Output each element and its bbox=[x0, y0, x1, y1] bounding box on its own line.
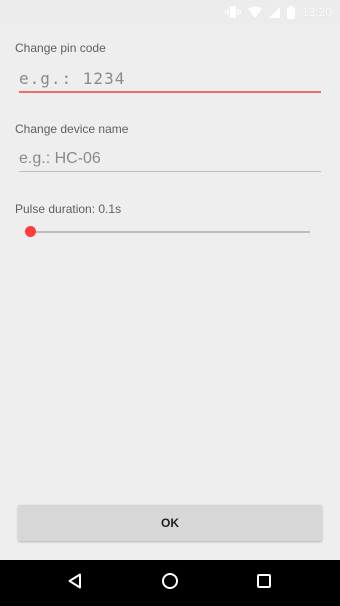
navigation-bar bbox=[0, 560, 340, 606]
slider-thumb[interactable] bbox=[25, 226, 36, 237]
recents-button[interactable] bbox=[234, 560, 294, 606]
pin-code-underline bbox=[19, 91, 321, 93]
pulse-duration-slider[interactable] bbox=[25, 226, 310, 237]
wifi-icon bbox=[247, 6, 262, 18]
home-icon bbox=[161, 572, 179, 595]
back-icon bbox=[67, 573, 83, 594]
ok-button[interactable]: OK bbox=[18, 505, 322, 541]
device-name-input[interactable] bbox=[19, 145, 321, 173]
pin-code-label: Change pin code bbox=[15, 41, 106, 55]
device-name-label: Change device name bbox=[15, 122, 129, 136]
home-button[interactable] bbox=[140, 560, 200, 606]
signal-icon bbox=[268, 6, 280, 18]
recents-icon bbox=[256, 573, 272, 594]
pin-code-input[interactable] bbox=[19, 64, 321, 92]
status-bar: 13:20 bbox=[0, 0, 340, 24]
vibrate-icon bbox=[224, 5, 241, 19]
device-name-underline bbox=[19, 171, 321, 172]
settings-form: Change pin code Change device name Pulse… bbox=[0, 24, 340, 560]
status-icons: 13:20 bbox=[224, 4, 332, 20]
battery-icon bbox=[286, 5, 295, 19]
status-time: 13:20 bbox=[301, 5, 332, 19]
pulse-duration-label: Pulse duration: 0.1s bbox=[15, 202, 122, 216]
back-button[interactable] bbox=[45, 560, 105, 606]
